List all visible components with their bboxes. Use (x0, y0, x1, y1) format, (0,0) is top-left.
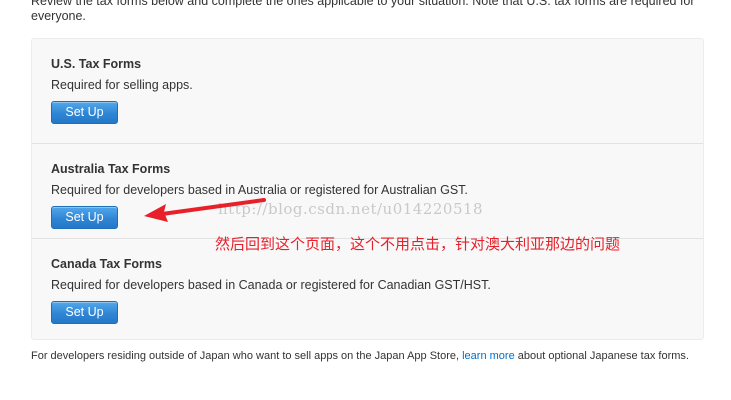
us-tax-forms-description: Required for selling apps. (51, 78, 193, 92)
arrow-shaft (160, 198, 266, 216)
us-tax-forms-setup-button[interactable]: Set Up (51, 101, 118, 124)
canada-tax-forms-description: Required for developers based in Canada … (51, 278, 491, 292)
australia-tax-forms-description: Required for developers based in Austral… (51, 183, 468, 197)
canada-tax-forms-setup-button[interactable]: Set Up (51, 301, 118, 324)
footer-text-after: about optional Japanese tax forms. (514, 350, 689, 362)
arrow-head (144, 204, 168, 222)
annotation-note: 然后回到这个页面，这个不用点击，针对澳大利亚那边的问题 (215, 235, 621, 253)
us-tax-forms-title: U.S. Tax Forms (51, 57, 142, 71)
learn-more-link[interactable]: learn more (462, 350, 515, 362)
footer-text-before: For developers residing outside of Japan… (31, 350, 463, 362)
canada-tax-forms-title: Canada Tax Forms (51, 257, 162, 271)
red-arrow-annotation-icon (144, 198, 266, 222)
tax-forms-panel: U.S. Tax Forms Required for selling apps… (31, 38, 704, 340)
australia-tax-forms-title: Australia Tax Forms (51, 162, 171, 176)
australia-tax-forms-setup-button[interactable]: Set Up (51, 206, 118, 229)
footer-note: For developers residing outside of Japan… (31, 350, 711, 363)
australia-tax-forms-section: Australia Tax Forms Required for develop… (32, 143, 703, 238)
intro-text: Review the tax forms below and complete … (31, 0, 695, 23)
us-tax-forms-section: U.S. Tax Forms Required for selling apps… (32, 39, 703, 143)
